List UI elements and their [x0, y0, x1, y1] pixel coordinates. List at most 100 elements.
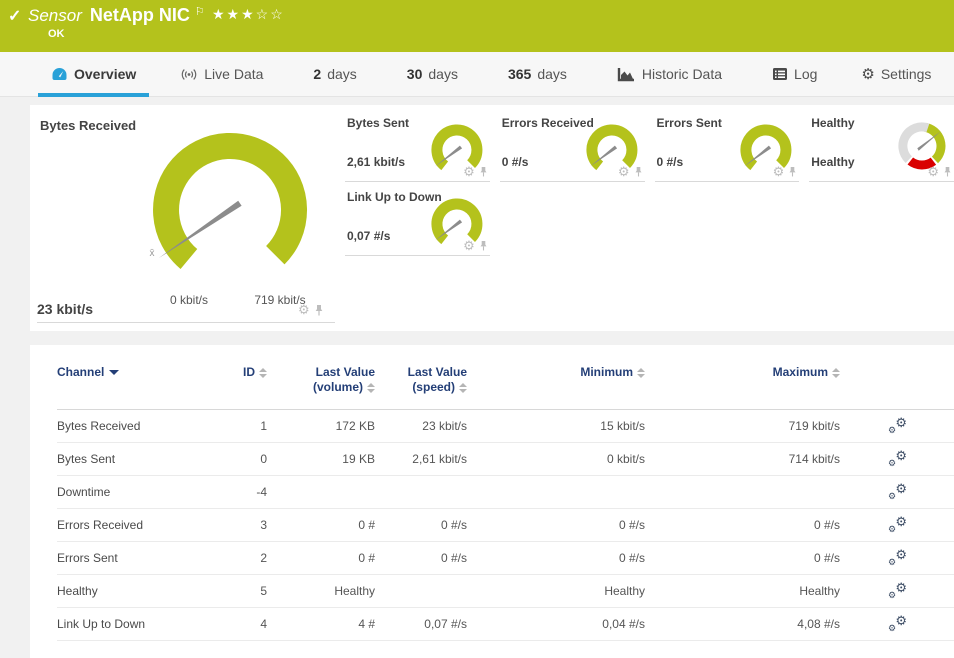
status-ok-check-icon: ✓ [8, 6, 21, 26]
channel-settings-gears-icon[interactable]: ⚙⚙ [887, 417, 907, 435]
mini-gauge-value: 0 #/s [502, 155, 529, 169]
channel-name: Link Up to Down [57, 617, 207, 631]
gauge-settings-gear-icon[interactable]: ⚙ [463, 165, 475, 178]
channel-name: Bytes Received [57, 419, 207, 433]
tab-label: Settings [881, 66, 932, 82]
tab-30-days[interactable]: 30 days [394, 52, 471, 97]
maximum-value: 714 kbit/s [645, 452, 840, 466]
channel-settings-gears-icon[interactable]: ⚙⚙ [887, 516, 907, 534]
maximum-value: 4,08 #/s [645, 617, 840, 631]
mini-gauge-errors-received: Errors Received 0 #/s ⚙ [500, 110, 645, 182]
page-title: SensorNetApp NIC⚐ [28, 5, 205, 26]
bytes-received-gauge: x̄ [130, 115, 330, 295]
histogram-icon [617, 67, 636, 82]
mini-gauge-value: 0,07 #/s [347, 229, 390, 243]
tab-number: 365 [508, 66, 531, 82]
channel-settings-gears-icon[interactable]: ⚙⚙ [887, 450, 907, 468]
mini-gauge-title: Healthy [811, 116, 854, 130]
column-header-id[interactable]: ID [207, 365, 267, 380]
tab-number: 2 [313, 66, 321, 82]
mini-gauge-bytes-sent: Bytes Sent 2,61 kbit/s ⚙ [345, 110, 490, 182]
stars-filled[interactable]: ★★★ [212, 6, 256, 22]
status-badge: OK [48, 28, 65, 40]
mini-gauge-value: Healthy [811, 155, 854, 169]
pin-icon[interactable] [479, 166, 488, 177]
pin-icon[interactable] [634, 166, 643, 177]
log-icon [772, 67, 788, 81]
gear-icon: ⚙ [861, 65, 874, 83]
tab-historic-data[interactable]: Historic Data [604, 52, 735, 97]
stars-empty[interactable]: ☆☆ [256, 6, 285, 22]
column-header-last-value-volume[interactable]: Last Value (volume) [267, 365, 375, 395]
priority-stars[interactable]: ★★★☆☆ [212, 6, 285, 23]
tab-overview[interactable]: Overview [38, 52, 149, 97]
sort-icon [832, 368, 840, 378]
channel-settings-gears-icon[interactable]: ⚙⚙ [887, 582, 907, 600]
gauge-settings-gear-icon[interactable]: ⚙ [927, 165, 939, 178]
tab-label: Log [794, 66, 817, 82]
column-header-maximum[interactable]: Maximum [645, 365, 840, 380]
channel-table-header: Channel ID Last Value (volume) Last Valu… [57, 365, 954, 410]
table-row: Bytes Received 1 172 KB 23 kbit/s 15 kbi… [57, 410, 954, 443]
pin-icon[interactable] [479, 240, 488, 251]
minimum-value: 15 kbit/s [467, 419, 645, 433]
minimum-value: 0,04 #/s [467, 617, 645, 631]
column-header-last-value-speed[interactable]: Last Value (speed) [375, 365, 467, 395]
gauge-mean-marker: x̄ [150, 248, 155, 259]
maximum-value: 0 #/s [645, 518, 840, 532]
gauge-min-label: 0 kbit/s [144, 293, 234, 307]
last-value-volume: Healthy [267, 584, 375, 598]
gauge-icon [51, 67, 68, 82]
channel-name: Healthy [57, 584, 207, 598]
sort-icon [637, 368, 645, 378]
sort-desc-icon [109, 370, 119, 375]
channel-id: 3 [207, 518, 267, 532]
pin-icon[interactable] [788, 166, 797, 177]
channel-id: 4 [207, 617, 267, 631]
last-value-speed: 2,61 kbit/s [375, 452, 467, 466]
pin-icon[interactable] [943, 166, 952, 177]
flag-icon[interactable]: ⚐ [195, 6, 205, 18]
last-value-speed: 0 #/s [375, 518, 467, 532]
gauge-settings-gear-icon[interactable]: ⚙ [773, 165, 785, 178]
gauge-settings-gear-icon[interactable]: ⚙ [618, 165, 630, 178]
gauge-settings-gear-icon[interactable]: ⚙ [463, 239, 475, 252]
minimum-value: 0 #/s [467, 518, 645, 532]
table-row: Errors Received 3 0 # 0 #/s 0 #/s 0 #/s … [57, 509, 954, 542]
mini-gauge-title: Errors Received [502, 116, 594, 130]
tab-label: days [327, 66, 357, 82]
sort-icon [259, 368, 267, 378]
channel-id: 1 [207, 419, 267, 433]
table-row: Bytes Sent 0 19 KB 2,61 kbit/s 0 kbit/s … [57, 443, 954, 476]
tab-label: Overview [74, 66, 136, 82]
tab-365-days[interactable]: 365 days [495, 52, 580, 97]
channel-settings-gears-icon[interactable]: ⚙⚙ [887, 549, 907, 567]
maximum-value: 719 kbit/s [645, 419, 840, 433]
table-row: Link Up to Down 4 4 # 0,07 #/s 0,04 #/s … [57, 608, 954, 641]
gauge-settings-gear-icon[interactable]: ⚙ [298, 303, 310, 316]
mini-gauge-title: Bytes Sent [347, 116, 409, 130]
last-value-volume: 172 KB [267, 419, 375, 433]
last-value-volume: 4 # [267, 617, 375, 631]
channel-id: 0 [207, 452, 267, 466]
object-type-label: Sensor [28, 6, 82, 25]
tab-settings[interactable]: ⚙ Settings [848, 52, 944, 97]
channel-name: Bytes Sent [57, 452, 207, 466]
tab-live-data[interactable]: Live Data [167, 52, 276, 97]
minimum-value: 0 #/s [467, 551, 645, 565]
mini-gauge-errors-sent: Errors Sent 0 #/s ⚙ [655, 110, 800, 182]
channel-name: Errors Sent [57, 551, 207, 565]
pin-icon[interactable] [314, 304, 324, 316]
mini-gauge-healthy: Healthy Healthy ⚙ [809, 110, 954, 182]
channel-settings-gears-icon[interactable]: ⚙⚙ [887, 483, 907, 501]
minimum-value: 0 kbit/s [467, 452, 645, 466]
channel-settings-gears-icon[interactable]: ⚙⚙ [887, 615, 907, 633]
tab-2-days[interactable]: 2 days [300, 52, 369, 97]
column-header-minimum[interactable]: Minimum [467, 365, 645, 380]
column-header-channel[interactable]: Channel [57, 365, 207, 380]
table-row: Downtime -4 ⚙⚙ [57, 476, 954, 509]
last-value-speed: 23 kbit/s [375, 419, 467, 433]
divider [37, 322, 335, 323]
tab-log[interactable]: Log [759, 52, 830, 97]
maximum-value: Healthy [645, 584, 840, 598]
